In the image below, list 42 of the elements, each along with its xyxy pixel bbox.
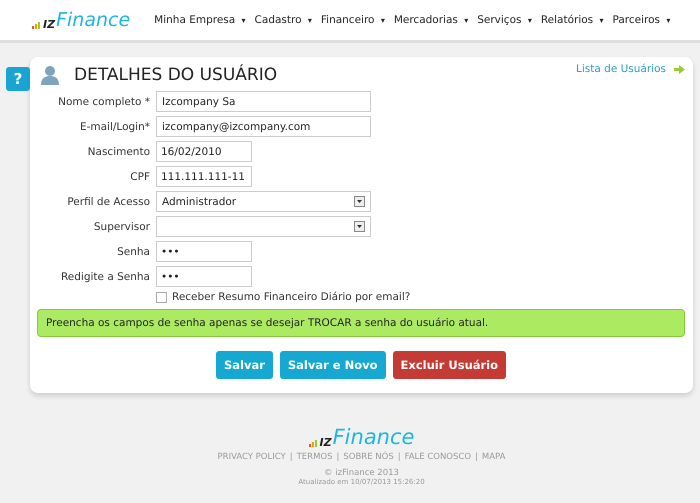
input-field[interactable]: izcompany@izcompany.com: [156, 116, 371, 137]
dropdown-icon: [354, 221, 365, 232]
right-arrow-icon: [674, 64, 685, 74]
separator: |: [398, 452, 401, 462]
user-icon: [40, 65, 60, 85]
separator: |: [475, 452, 478, 462]
checkbox-label: Receber Resumo Financeiro Diário por email?: [172, 291, 410, 303]
dropdown-icon: [354, 196, 365, 207]
input-field[interactable]: •••: [156, 266, 252, 287]
input-field[interactable]: •••: [156, 241, 252, 262]
bars-icon: [308, 438, 319, 447]
field-label: Perfil de Acesso: [66, 196, 150, 208]
page-title: DETALHES DO USUÁRIO: [74, 65, 278, 85]
menu-item[interactable]: Minha Empresa ▾: [154, 14, 246, 26]
field-label: CPF: [129, 170, 150, 182]
field-label: E-mail/Login*: [78, 120, 150, 132]
separator: |: [290, 452, 293, 462]
logo-mark: IZ: [43, 18, 56, 30]
bars-icon: [32, 20, 42, 28]
menu-item[interactable]: Mercadorias ▾: [394, 14, 468, 26]
info-notice: Preencha os campos de senha apenas se desejar TROCAR a senha do usuário atual.: [37, 309, 685, 337]
select-field[interactable]: Administrador: [156, 191, 371, 212]
menu-item[interactable]: Cadastro ▾: [254, 14, 312, 26]
menu-item[interactable]: Serviços ▾: [477, 14, 532, 26]
menu-item[interactable]: Parceiros ▾: [612, 14, 670, 26]
logo-mark: IZ: [320, 437, 332, 448]
input-field[interactable]: 111.111.111-11: [156, 166, 252, 187]
field-label: Redigite a Senha: [60, 270, 150, 282]
field-label: Senha: [116, 246, 150, 258]
select-field[interactable]: [156, 216, 371, 237]
logo-wordmark: Finance: [332, 427, 414, 448]
separator: |: [336, 452, 340, 462]
copyright: © izFinance 2013: [324, 468, 399, 478]
field-label: Supervisor: [92, 220, 150, 232]
menu-item[interactable]: Relatórios ▾: [540, 14, 604, 26]
field-label: Nascimento: [86, 146, 150, 158]
menu-item[interactable]: Financeiro ▾: [320, 14, 385, 26]
field-label: Nome completo *: [57, 96, 150, 108]
action-button[interactable]: Excluir Usuário: [392, 351, 506, 379]
input-field[interactable]: 16/02/2010: [156, 141, 252, 162]
input-field[interactable]: Izcompany Sa: [156, 91, 371, 112]
checkbox[interactable]: [156, 292, 167, 302]
